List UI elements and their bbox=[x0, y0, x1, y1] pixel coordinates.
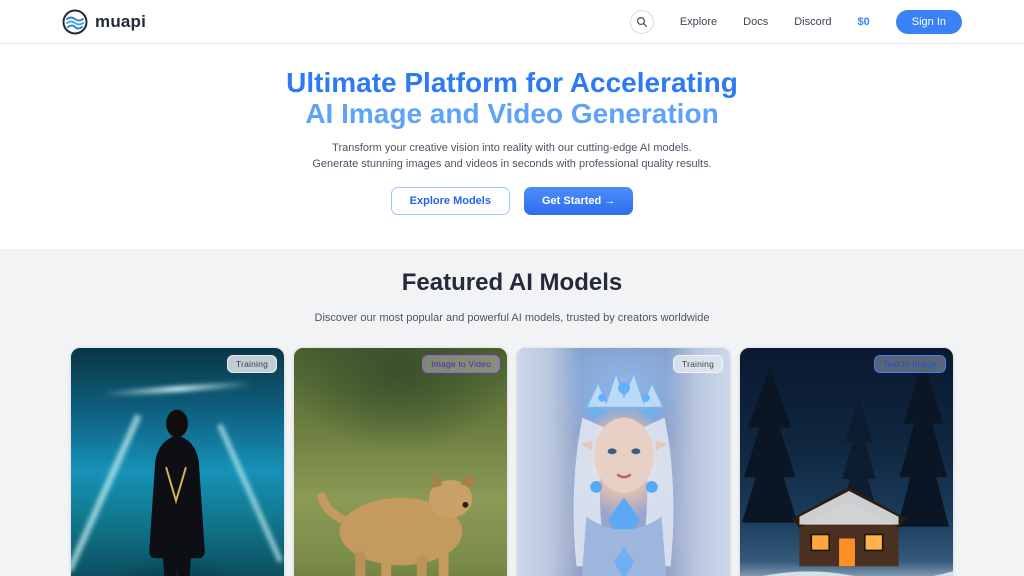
brand-logo[interactable]: muapi bbox=[62, 9, 146, 35]
model-image bbox=[71, 348, 284, 576]
search-button[interactable] bbox=[630, 10, 654, 34]
account-balance[interactable]: $0 bbox=[858, 16, 870, 28]
get-started-button[interactable]: Get Started → bbox=[524, 187, 633, 215]
dog-illustration bbox=[294, 348, 507, 576]
model-badge: Text to Image bbox=[874, 355, 946, 373]
header-actions: Explore Docs Discord $0 Sign In bbox=[630, 10, 962, 34]
featured-subtitle: Discover our most popular and powerful A… bbox=[0, 312, 1024, 324]
model-image bbox=[294, 348, 507, 576]
snowy-cabin-illustration bbox=[740, 348, 953, 576]
sign-in-button[interactable]: Sign In bbox=[896, 10, 962, 34]
model-badge: Training bbox=[673, 355, 723, 373]
model-card-seedance-lite-i2v[interactable]: Image to Video seedance-lite-i2v $0.1 bbox=[293, 347, 508, 576]
nav-link-docs[interactable]: Docs bbox=[743, 16, 768, 28]
model-badge: Image to Video bbox=[422, 355, 500, 373]
top-navbar: muapi Explore Docs Discord $0 Sign In bbox=[0, 0, 1024, 44]
brand-name: muapi bbox=[95, 12, 146, 32]
search-icon bbox=[636, 16, 648, 28]
featured-title: Featured AI Models bbox=[0, 269, 1024, 297]
hero-actions: Explore Models Get Started → bbox=[0, 187, 1024, 215]
hero-title-line2: AI Image and Video Generation bbox=[0, 98, 1024, 129]
model-card-wan21-lora-i2v[interactable]: Training wan2.1-lora-i2v $0.3 bbox=[516, 347, 731, 576]
figure-silhouette-illustration bbox=[71, 348, 284, 576]
explore-models-button[interactable]: Explore Models bbox=[391, 187, 510, 215]
hero-title: Ultimate Platform for Accelerating AI Im… bbox=[0, 67, 1024, 129]
model-card-grid: Training wan2.1-lora-t2v $0.3 bbox=[70, 347, 954, 576]
nav-link-explore[interactable]: Explore bbox=[680, 16, 717, 28]
hero-subtitle-line1: Transform your creative vision into real… bbox=[0, 140, 1024, 156]
featured-models-section: Featured AI Models Discover our most pop… bbox=[0, 249, 1024, 576]
hero-subtitle: Transform your creative vision into real… bbox=[0, 140, 1024, 172]
model-badge: Training bbox=[227, 355, 277, 373]
nav-link-discord[interactable]: Discord bbox=[794, 16, 831, 28]
hero-section: Ultimate Platform for Accelerating AI Im… bbox=[0, 44, 1024, 249]
logo-waves-icon bbox=[62, 9, 88, 35]
elf-queen-illustration bbox=[517, 348, 730, 576]
model-image bbox=[517, 348, 730, 576]
model-card-flux-schnell[interactable]: Text to Image flux-schnell $0 bbox=[739, 347, 954, 576]
hero-title-line1: Ultimate Platform for Accelerating bbox=[0, 67, 1024, 98]
model-image bbox=[740, 348, 953, 576]
model-card-wan21-lora-t2v[interactable]: Training wan2.1-lora-t2v $0.3 bbox=[70, 347, 285, 576]
hero-subtitle-line2: Generate stunning images and videos in s… bbox=[0, 156, 1024, 172]
